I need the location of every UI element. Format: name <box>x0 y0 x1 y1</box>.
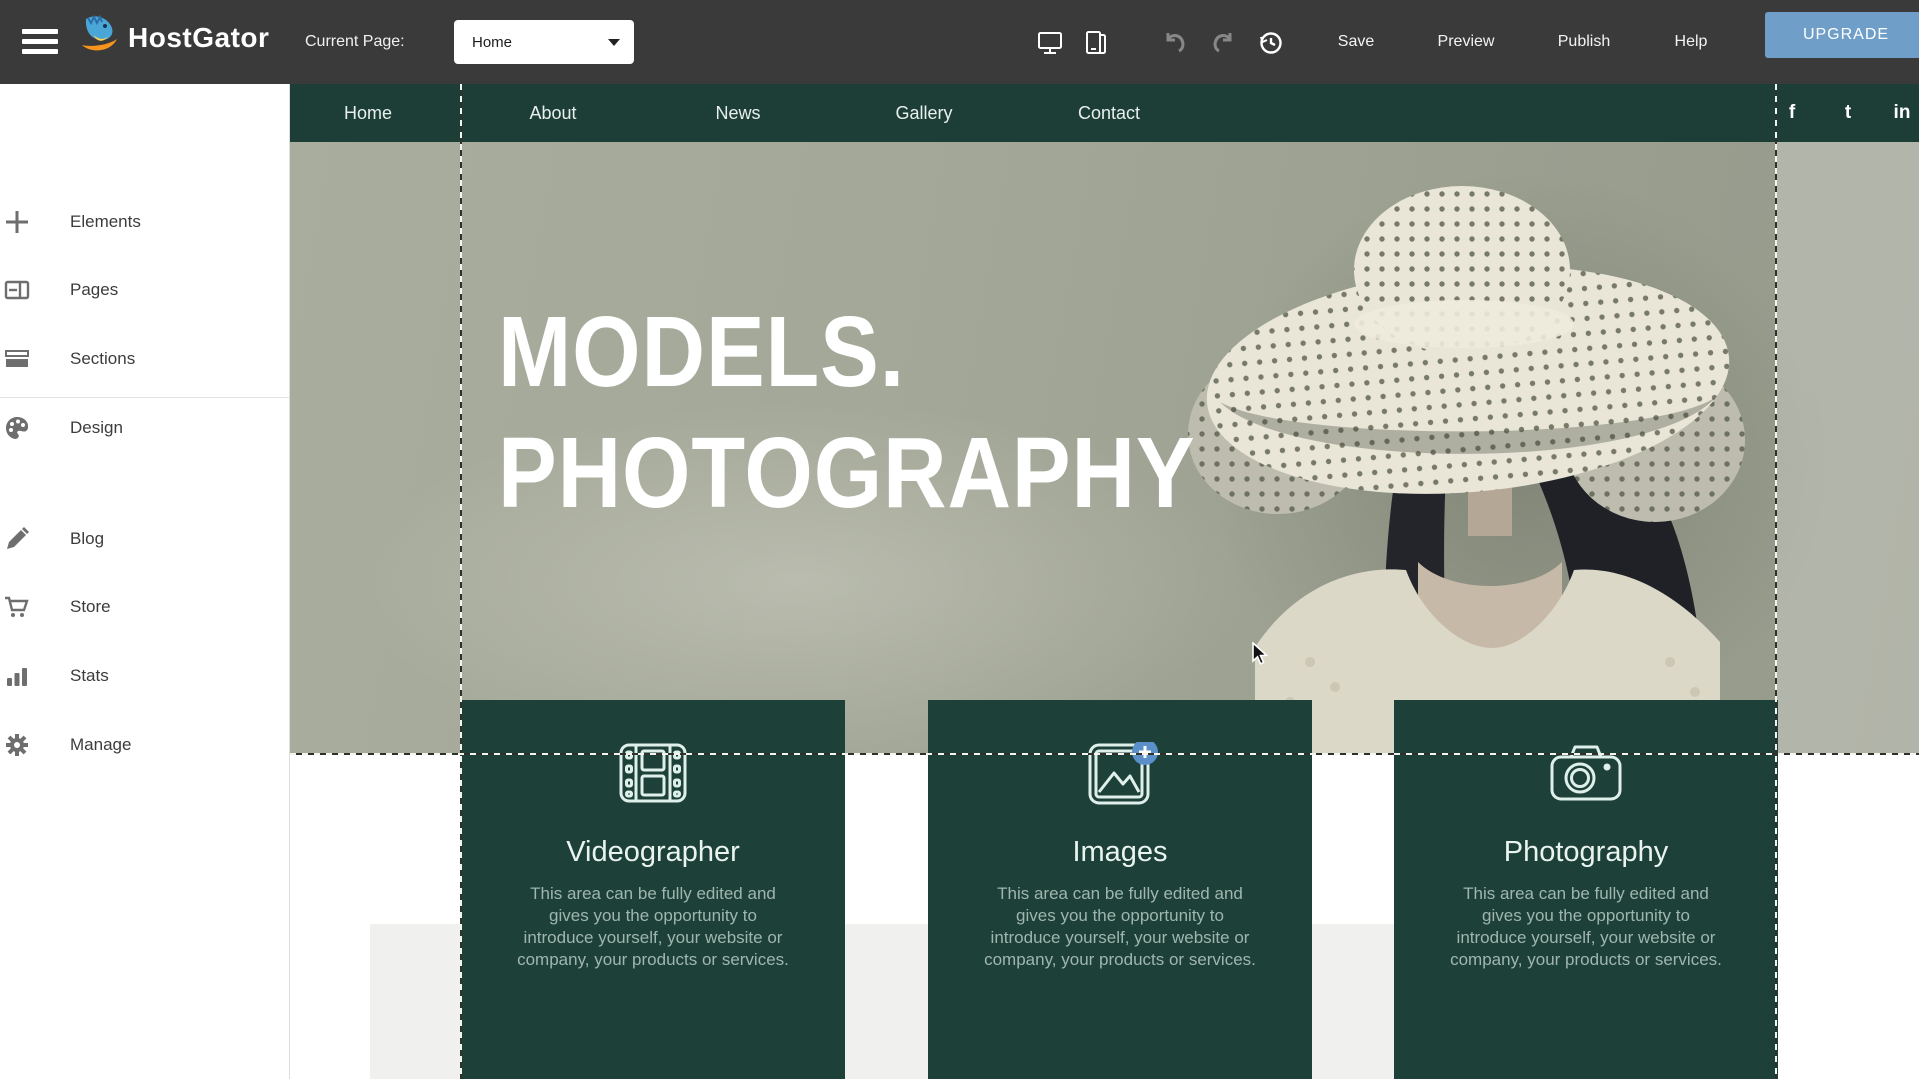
cart-icon <box>4 594 30 620</box>
site-nav-home[interactable]: Home <box>303 84 433 142</box>
sections-icon <box>4 346 30 372</box>
undo-icon[interactable] <box>1162 30 1188 56</box>
hero-section[interactable]: MODELS.PHOTOGRAPHY <box>290 142 1919 755</box>
card-title: Photography <box>1394 836 1778 869</box>
sidebar-divider <box>0 397 290 398</box>
hamburger-menu-icon[interactable] <box>22 29 58 55</box>
current-page-label: Current Page: <box>305 33 405 51</box>
sidebar-label: Blog <box>70 529 104 549</box>
sidebar-label: Sections <box>70 349 135 369</box>
sidebar-label: Manage <box>70 735 131 755</box>
card-body-text: This area can be fully edited and gives … <box>983 883 1257 971</box>
site-nav-about[interactable]: About <box>488 84 618 142</box>
hostgator-gator-icon <box>74 13 120 62</box>
gear-icon <box>4 732 30 758</box>
sidebar-item-design[interactable]: Design <box>0 413 290 443</box>
palette-icon <box>4 415 30 441</box>
sidebar-item-manage[interactable]: Manage <box>0 730 290 760</box>
pages-icon <box>4 277 30 303</box>
publish-button[interactable]: Publish <box>1552 33 1616 51</box>
site-preview-canvas: Home About News Gallery Contact f t in <box>290 84 1919 1079</box>
sidebar-item-stats[interactable]: Stats <box>0 661 290 691</box>
section-border-left[interactable] <box>460 84 462 1079</box>
editor-sidebar: Elements Pages Sections Design Blog <box>0 84 290 1079</box>
linkedin-icon[interactable]: in <box>1888 84 1916 142</box>
site-nav-contact[interactable]: Contact <box>1044 84 1174 142</box>
card-body-text: This area can be fully edited and gives … <box>516 883 790 971</box>
sidebar-label: Elements <box>70 212 141 232</box>
sidebar-label: Stats <box>70 666 109 686</box>
sidebar-item-pages[interactable]: Pages <box>0 275 290 305</box>
section-border-bottom[interactable] <box>290 753 1919 755</box>
redo-icon[interactable] <box>1210 30 1236 56</box>
save-button[interactable]: Save <box>1333 33 1379 51</box>
canvas-bleed-overlay <box>1776 142 1919 755</box>
chevron-down-icon <box>608 39 620 46</box>
plus-icon <box>4 209 30 235</box>
logo-wordmark: HostGator <box>128 22 269 54</box>
feature-card-images[interactable]: Images This area can be fully edited and… <box>928 700 1312 1079</box>
bar-chart-icon <box>4 663 30 689</box>
card-title: Videographer <box>461 836 845 869</box>
site-nav-gallery[interactable]: Gallery <box>859 84 989 142</box>
mouse-cursor <box>1247 642 1271 673</box>
upgrade-button[interactable]: UPGRADE <box>1765 12 1919 58</box>
card-title: Images <box>928 836 1312 869</box>
site-navbar: Home About News Gallery Contact f t in <box>290 84 1919 142</box>
hero-heading[interactable]: MODELS.PHOTOGRAPHY <box>498 292 1195 534</box>
sidebar-item-sections[interactable]: Sections <box>0 344 290 374</box>
top-toolbar: HostGator Current Page: Home <box>0 0 1919 84</box>
sidebar-item-store[interactable]: Store <box>0 592 290 622</box>
pencil-icon <box>4 526 30 552</box>
feature-card-photography[interactable]: Photography This area can be fully edite… <box>1394 700 1778 1079</box>
sidebar-item-blog[interactable]: Blog <box>0 524 290 554</box>
sidebar-item-elements[interactable]: Elements <box>0 207 290 237</box>
desktop-preview-icon[interactable] <box>1037 30 1063 56</box>
sidebar-label: Design <box>70 418 123 438</box>
preview-button[interactable]: Preview <box>1433 33 1499 51</box>
page-select-dropdown[interactable]: Home <box>454 20 634 64</box>
section-border-right[interactable] <box>1775 84 1777 1079</box>
sidebar-label: Pages <box>70 280 118 300</box>
help-button[interactable]: Help <box>1669 33 1713 51</box>
hostgator-builder-app: HostGator Current Page: Home <box>0 0 1919 1079</box>
card-body-text: This area can be fully edited and gives … <box>1449 883 1723 971</box>
twitter-icon[interactable]: t <box>1834 84 1862 142</box>
page-select-value: Home <box>472 34 608 51</box>
hostgator-logo: HostGator <box>74 13 269 62</box>
feature-card-videographer[interactable]: Videographer This area can be fully edit… <box>461 700 845 1079</box>
site-nav-news[interactable]: News <box>673 84 803 142</box>
sidebar-label: Store <box>70 597 111 617</box>
history-icon[interactable] <box>1258 30 1284 56</box>
facebook-icon[interactable]: f <box>1778 84 1806 142</box>
mobile-preview-icon[interactable] <box>1083 30 1109 56</box>
